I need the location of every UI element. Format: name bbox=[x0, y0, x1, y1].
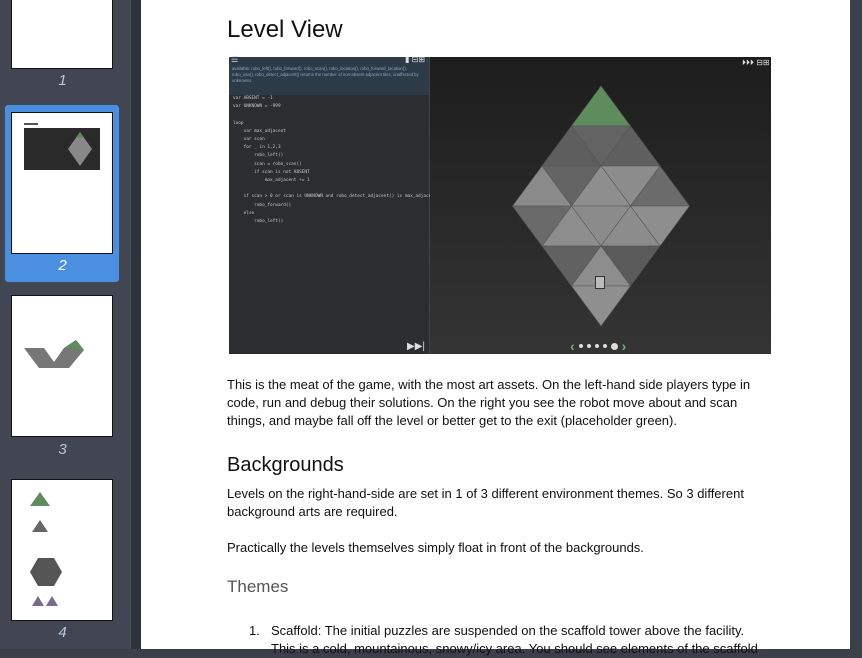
page-thumbnail-4[interactable] bbox=[11, 479, 113, 621]
backgrounds-paragraph-1: Levels on the right-hand-side are set in… bbox=[227, 486, 744, 519]
game-panel: ⏵⏵⏵ ⊟⊞ ‹ › bbox=[430, 57, 771, 354]
code-editor: var ABSENT = -1 var UNKNOWN = -999 loop v… bbox=[229, 95, 437, 226]
level-board bbox=[511, 85, 691, 327]
prev-level-button[interactable]: ‹ bbox=[570, 338, 575, 354]
backgrounds-heading: Backgrounds bbox=[227, 454, 344, 476]
code-line: if scan is not ABSENT bbox=[233, 169, 310, 175]
level-view-screenshot: ☰ ▮ ⊟⊞ available: robo_left(), robo_forw… bbox=[229, 55, 771, 354]
theme-number-1: 1. bbox=[249, 623, 260, 638]
code-line: var ABSENT = -1 bbox=[233, 96, 273, 101]
level-dot[interactable] bbox=[602, 344, 607, 348]
code-line: robo_forward() bbox=[233, 202, 292, 208]
code-line: if scan > 0 or scan is UNKNOWN and robo_… bbox=[233, 194, 437, 200]
level-dot[interactable] bbox=[586, 344, 591, 348]
page-thumbnail-2[interactable] bbox=[11, 112, 113, 254]
level-dot[interactable] bbox=[594, 344, 599, 348]
page-label-4: 4 bbox=[58, 624, 67, 641]
code-line: loop bbox=[233, 120, 244, 126]
backgrounds-paragraph-2: Practically the levels themselves simply… bbox=[227, 540, 644, 555]
code-line: var UNKNOWN = -999 bbox=[233, 104, 281, 110]
menu-icon: ☰ bbox=[231, 55, 239, 64]
page-title: Level View bbox=[227, 16, 343, 43]
sidebar-scrollbar[interactable] bbox=[130, 0, 141, 649]
page-label-3: 3 bbox=[58, 441, 67, 458]
page-thumbnail-1[interactable] bbox=[11, 0, 113, 69]
code-line: scan = robo_scan() bbox=[233, 161, 302, 167]
theme-item-1: Scaffold: The initial puzzles are suspen… bbox=[271, 623, 758, 656]
code-hint: ☰ ▮ ⊟⊞ available: robo_left(), robo_forw… bbox=[229, 55, 429, 95]
code-panel: ☰ ▮ ⊟⊞ available: robo_left(), robo_forw… bbox=[229, 55, 437, 354]
code-line: max_adjacent += 1 bbox=[233, 178, 310, 184]
next-level-button[interactable]: › bbox=[622, 338, 627, 354]
level-dot[interactable] bbox=[578, 344, 583, 348]
code-line: var max_adjacent bbox=[233, 128, 286, 134]
code-line: robo_left() bbox=[233, 153, 284, 159]
goal-tile bbox=[570, 85, 632, 127]
floor-tile bbox=[570, 285, 632, 327]
code-line: else bbox=[233, 210, 255, 216]
code-hint-text: available: robo_left(), robo_forward(), … bbox=[232, 66, 419, 83]
level-pager: ‹ › bbox=[570, 338, 627, 354]
thumbnail-sidebar: 1 2 3 4 bbox=[0, 0, 130, 649]
code-line: var scan bbox=[233, 137, 265, 143]
intro-paragraph: This is the meat of the game, with the m… bbox=[227, 377, 751, 428]
viewer-background bbox=[850, 0, 862, 649]
page-label-2: 2 bbox=[58, 257, 67, 274]
play-step-icon: ▶▶| bbox=[407, 341, 425, 352]
level-dot[interactable] bbox=[610, 342, 618, 350]
page-label-1: 1 bbox=[58, 72, 67, 89]
themes-heading: Themes bbox=[227, 577, 289, 596]
robot-sprite bbox=[595, 276, 605, 289]
layout-icon: ▮ ⊟⊞ bbox=[405, 55, 426, 64]
code-line: for _ in 1,2,3 bbox=[233, 145, 281, 151]
page-thumbnail-3[interactable] bbox=[11, 295, 113, 437]
code-line: robo_left() bbox=[233, 219, 284, 225]
